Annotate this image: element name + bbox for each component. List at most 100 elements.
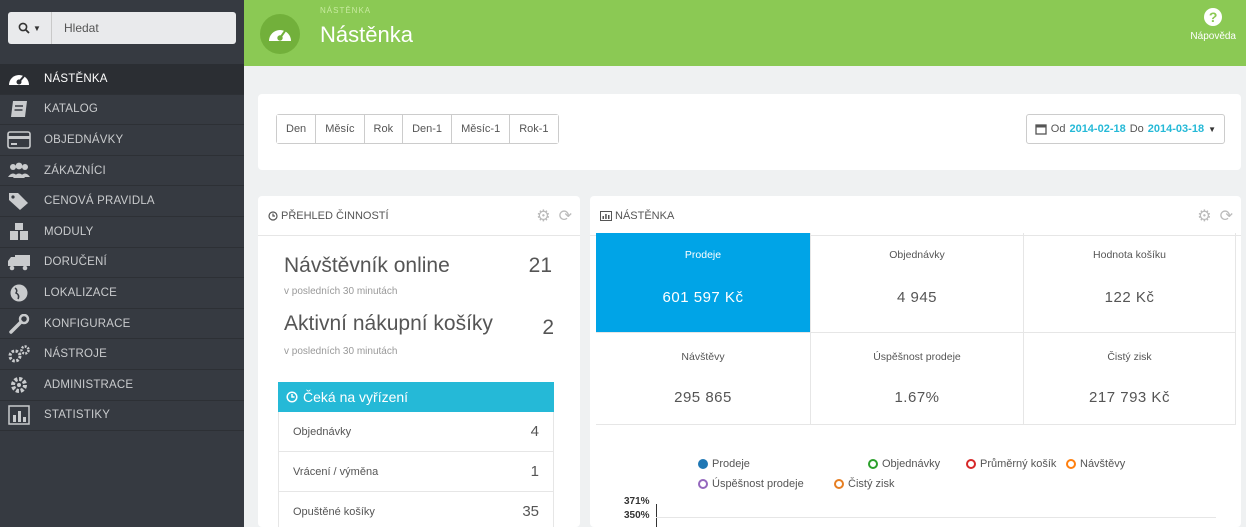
panel-header: NÁSTĚNKA (590, 196, 1241, 236)
breadcrumb: NÁSTĚNKA (320, 6, 372, 15)
legend-item-orders[interactable]: Objednávky (868, 458, 940, 470)
pending-section: Čeká na vyřízení Objednávky 4 Vrácení / … (278, 382, 554, 527)
legend-item-visits[interactable]: Návštěvy (1066, 458, 1125, 470)
sidebar-item-label: ADMINISTRACE (44, 378, 134, 391)
period-prev-year-button[interactable]: Rok-1 (510, 115, 558, 143)
panel-tools: ⚙ ⟳ (1197, 206, 1233, 226)
list-item[interactable]: Objednávky 4 (278, 412, 554, 452)
kpi-label: Hodnota košíku (1093, 249, 1166, 261)
search-type-button[interactable]: ▼ (8, 12, 52, 44)
legend-label: Objednávky (882, 458, 941, 470)
list-item[interactable]: Opuštěné košíky 35 (278, 492, 554, 527)
legend-item-net-profit[interactable]: Čistý zisk (834, 478, 894, 490)
pending-label: Opuštěné košíky (293, 505, 375, 518)
grid-line (656, 517, 1216, 518)
sidebar-item-label: NÁSTROJE (44, 348, 107, 361)
help-button[interactable]: ? Nápověda (1190, 8, 1236, 42)
kpi-value: 1.67% (894, 389, 940, 406)
kpi-value: 4 945 (896, 289, 938, 306)
sidebar-item-orders[interactable]: OBJEDNÁVKY (0, 125, 244, 156)
pending-value: 1 (530, 463, 539, 480)
sidebar-item-price-rules[interactable]: CENOVÁ PRAVIDLA (0, 186, 244, 217)
legend-label: Prodeje (712, 458, 750, 470)
kpi-value: 295 865 (674, 389, 732, 406)
sidebar-item-administration[interactable]: ADMINISTRACE (0, 370, 244, 401)
kpi-orders[interactable]: Objednávky 4 945 (811, 233, 1024, 333)
sidebar-item-configuration[interactable]: KONFIGURACE (0, 309, 244, 340)
calendar-icon (1035, 124, 1047, 135)
legend-dot (834, 479, 844, 489)
period-month-button[interactable]: Měsíc (316, 115, 365, 143)
search-input[interactable]: Hledat (64, 21, 99, 35)
refresh-icon[interactable]: ⟳ (559, 206, 572, 226)
legend-label: Návštěvy (1080, 458, 1126, 470)
sidebar-item-label: KATALOG (44, 103, 99, 116)
sidebar-item-label: STATISTIKY (44, 409, 111, 422)
visitors-online-subtitle: v posledních 30 minutách (284, 286, 398, 297)
sidebar-item-customers[interactable]: ZÁKAZNÍCI (0, 156, 244, 187)
panel-title: NÁSTĚNKA (615, 209, 675, 222)
puzzle-icon (6, 221, 32, 243)
configure-icon[interactable]: ⚙ (1197, 206, 1211, 226)
date-to-label: Do (1129, 123, 1144, 135)
clock-icon (268, 210, 278, 221)
kpi-cart-value[interactable]: Hodnota košíku 122 Kč (1024, 233, 1236, 333)
kpi-label: Úspěšnost prodeje (873, 351, 961, 363)
legend-dot (698, 459, 708, 469)
sidebar-item-localization[interactable]: LOKALIZACE (0, 278, 244, 309)
main-menu: NÁSTĚNKA KATALOG OBJEDNÁVKY ZÁKAZNÍCI CE… (0, 64, 244, 432)
cogs-icon (6, 343, 32, 365)
date-range-picker[interactable]: Od 2014-02-18 Do 2014-03-18 ▼ (1025, 114, 1225, 144)
pending-value: 4 (530, 423, 539, 440)
active-carts-label: Aktivní nákupní košíky (284, 312, 493, 335)
period-year-button[interactable]: Rok (364, 115, 404, 143)
tag-icon (6, 190, 32, 212)
date-from-label: Od (1050, 123, 1066, 135)
search-box: ▼ Hledat (8, 12, 236, 44)
sidebar-item-statistics[interactable]: STATISTIKY (0, 401, 244, 432)
pending-title: Čeká na vyřízení (303, 389, 409, 405)
sidebar-item-catalog[interactable]: KATALOG (0, 95, 244, 126)
sidebar-item-label: LOKALIZACE (44, 286, 117, 299)
y-tick-label: 371% (624, 496, 650, 507)
kpi-label: Návštěvy (681, 351, 725, 363)
y-tick-label: 350% (624, 510, 650, 521)
panel-title: PŘEHLED ČINNOSTÍ (281, 209, 389, 222)
help-label: Nápověda (1190, 31, 1236, 42)
kpi-visits[interactable]: Návštěvy 295 865 (596, 333, 811, 425)
sidebar-item-modules[interactable]: MODULY (0, 217, 244, 248)
legend-dot (698, 479, 708, 489)
date-from: 2014-02-18 (1069, 123, 1126, 135)
sidebar-item-dashboard[interactable]: NÁSTĚNKA (0, 64, 244, 95)
dashboard-icon (6, 68, 32, 90)
sidebar-item-tools[interactable]: NÁSTROJE (0, 339, 244, 370)
legend-item-sales[interactable]: Prodeje (698, 458, 750, 470)
credit-card-icon (6, 129, 32, 151)
kpi-conversion[interactable]: Úspěšnost prodeje 1.67% (811, 333, 1024, 425)
kpi-net-profit[interactable]: Čistý zisk 217 793 Kč (1024, 333, 1236, 425)
sidebar-item-label: NÁSTĚNKA (44, 72, 108, 85)
kpi-sales[interactable]: Prodeje 601 597 Kč (596, 233, 811, 333)
book-icon (6, 98, 32, 120)
kpi-value: 122 Kč (1104, 289, 1155, 306)
period-prev-day-button[interactable]: Den-1 (403, 115, 453, 143)
refresh-icon[interactable]: ⟳ (1220, 206, 1233, 226)
period-day-button[interactable]: Den (277, 115, 317, 143)
bar-chart-icon (600, 210, 612, 221)
period-toolbar: Den Měsíc Rok Den-1 Měsíc-1 Rok-1 Od 201… (258, 94, 1241, 170)
question-icon: ? (1204, 8, 1223, 26)
caret-down-icon: ▼ (33, 23, 41, 33)
gear-icon (6, 374, 32, 396)
configure-icon[interactable]: ⚙ (536, 206, 550, 226)
legend-label: Čistý zisk (848, 478, 895, 490)
period-prev-month-button[interactable]: Měsíc-1 (452, 115, 511, 143)
kpi-label: Prodeje (684, 249, 722, 261)
list-item[interactable]: Vrácení / výměna 1 (278, 452, 554, 492)
pending-header[interactable]: Čeká na vyřízení (278, 382, 554, 412)
caret-down-icon: ▼ (1208, 124, 1216, 134)
legend-item-conversion[interactable]: Úspěšnost prodeje (698, 478, 804, 490)
legend-item-average-cart[interactable]: Průměrný košík (966, 458, 1056, 470)
clock-icon (286, 391, 298, 403)
legend-dot (868, 459, 878, 469)
sidebar-item-shipping[interactable]: DORUČENÍ (0, 248, 244, 279)
